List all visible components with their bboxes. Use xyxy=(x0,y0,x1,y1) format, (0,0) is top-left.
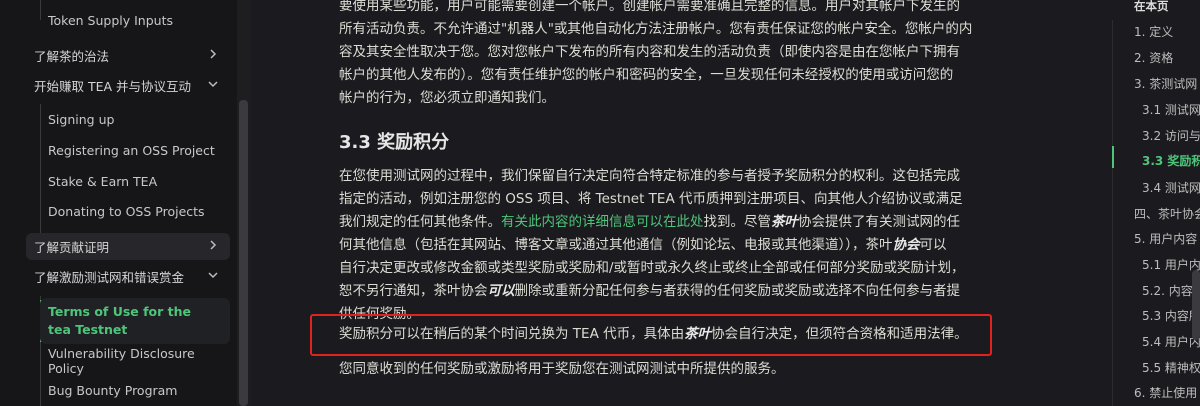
sidebar-item-start-earning[interactable]: 开始赚取 TEA 并与协议互动 xyxy=(26,72,230,99)
text-span: 何其他信息（包括在其网站、博客文章或通过其他通信（例如论坛、电报或其他渠道）），… xyxy=(339,237,893,253)
sidebar-item-label: Stake & Earn TEA xyxy=(48,174,158,189)
text-span: 找到。尽管 xyxy=(703,214,772,230)
sidebar-item-terms-of-use[interactable]: Terms of Use for the tea Testnet xyxy=(40,298,230,344)
sidebar-item-registering-oss[interactable]: Registering an OSS Project xyxy=(40,137,230,164)
toc-rule xyxy=(1112,20,1113,406)
toc-item[interactable]: 3.2 访问与 xyxy=(1142,127,1200,144)
details-link[interactable]: 有关此内容的详细信息可以在此处 xyxy=(501,214,704,230)
toc-active-indicator xyxy=(1112,146,1114,168)
paragraph-line: 恕不另行通知，茶叶协会可以删除或重新分配任何参与者获得的任何奖励或奖励或选择不向… xyxy=(339,280,979,303)
emphasis-text: 协会 xyxy=(892,237,920,253)
sidebar-item-label: 了解贡献证明 xyxy=(34,240,110,255)
text-span: 可以 xyxy=(919,237,947,253)
sidebar-item-label: Token Supply Inputs xyxy=(48,13,173,28)
sidebar-item-label: Terms of Use for the tea Testnet xyxy=(48,304,192,337)
section-heading: 3.3 奖励积分 xyxy=(339,132,450,153)
sidebar-item-governance[interactable]: 了解茶的治法 xyxy=(26,42,230,69)
chevron-down-icon xyxy=(206,268,220,282)
paragraph-agreement: 您同意收到的任何奖励或激励将用于奖励您在测试网测试中所提供的服务。 xyxy=(339,361,785,377)
text-span: 我们规定的任何其他条件。 xyxy=(339,214,501,230)
sidebar-item-proof-of-contribution[interactable]: 了解贡献证明 xyxy=(26,233,230,260)
sidebar-item-stake-earn[interactable]: Stake & Earn TEA xyxy=(40,168,230,195)
sidebar-item-label: Bug Bounty Program xyxy=(48,383,178,398)
sidebar-item-donating[interactable]: Donating to OSS Projects xyxy=(40,198,230,225)
toc-item[interactable]: 3. 茶测试网 xyxy=(1134,75,1197,92)
chevron-right-icon xyxy=(206,238,220,252)
paragraph-line: 帐户的行为，您必须立即通知我们。 xyxy=(339,90,555,106)
sidebar-scrollbar-thumb[interactable] xyxy=(239,100,248,406)
paragraph-line: 容及其安全性取决于您。您对您帐户下发布的所有内容和发生的活动负责（即使内容是由在… xyxy=(339,44,960,60)
toc-item[interactable]: 2. 资格 xyxy=(1134,49,1173,66)
paragraph-line: 自行决定更改或修改金额或类型奖励或奖励和/或暂时或永久终止或终止全部或任何部分奖… xyxy=(339,260,965,276)
paragraph-line: 要使用某些功能，用户可能需要创建一个帐户。创建帐户需要准确且完整的信息。用户对其… xyxy=(339,0,960,14)
sidebar-item-label: 了解茶的治法 xyxy=(34,49,110,64)
emphasis-text: 茶叶 xyxy=(771,214,798,230)
sidebar-item-incentivized-testnet[interactable]: 了解激励测试网和错误赏金 xyxy=(26,263,230,290)
text-span: 协会提供了有关测试网的任 xyxy=(798,214,960,230)
toc-item[interactable]: 3.1 测试网接 xyxy=(1142,101,1200,118)
paragraph-line: 何其他信息（包括在其网站、博客文章或通过其他通信（例如论坛、电报或其他渠道）），… xyxy=(339,234,979,257)
paragraph-line: 在您使用测试网的过程中，我们保留自行决定向符合特定标准的参与者授予奖励积分的权利… xyxy=(339,168,960,184)
chevron-down-icon xyxy=(206,77,220,91)
sidebar-item-label: 了解激励测试网和错误赏金 xyxy=(34,270,185,285)
sidebar-item-vulnerability-disclosure[interactable]: Vulnerability Disclosure Policy xyxy=(40,345,230,376)
sidebar-item-bug-bounty[interactable]: Bug Bounty Program xyxy=(40,377,230,404)
annotation-highlight-box xyxy=(310,314,992,356)
paragraph-line: 帐户的其他人发布的）。您有责任维护您的帐户和密码的安全，一旦发现任何未经授权的使… xyxy=(339,67,954,83)
sidebar-item-token-supply-inputs[interactable]: Token Supply Inputs xyxy=(40,7,230,34)
sidebar-item-label: Signing up xyxy=(48,112,115,127)
sidebar-item-label: Registering an OSS Project xyxy=(48,143,215,158)
chevron-right-icon xyxy=(206,47,220,61)
sidebar-item-label: Vulnerability Disclosure Policy xyxy=(48,345,195,376)
page-scrollbar-thumb[interactable] xyxy=(1192,270,1200,340)
toc-item[interactable]: 5. 用户内容 xyxy=(1134,230,1197,247)
toc-item[interactable]: 5.1 用户内容 xyxy=(1142,256,1200,273)
toc-item[interactable]: 6. 禁止使用 xyxy=(1134,384,1197,401)
sidebar-item-label: Donating to OSS Projects xyxy=(48,204,205,219)
toc-title: 在本页 xyxy=(1134,0,1169,13)
text-span: 删除或重新分配任何参与者获得的任何奖励或奖励或选择不向任何参与者提 xyxy=(514,283,961,299)
toc-item[interactable]: 1. 定义 xyxy=(1134,23,1173,40)
sidebar-item-label: 开始赚取 TEA 并与协议互动 xyxy=(34,79,192,94)
toc-item[interactable]: 5.5 精神权 xyxy=(1142,359,1200,376)
paragraph-line: 所有活动负责。不允许通过"机器人"或其他自动化方法注册帐户。您有责任保证您的帐户… xyxy=(339,21,973,37)
paragraph-account: 要使用某些功能，用户可能需要创建一个帐户。创建帐户需要准确且完整的信息。用户对其… xyxy=(339,0,979,110)
text-span: 恕不另行通知，茶叶协会 xyxy=(339,283,488,299)
toc-item-active[interactable]: 3.3 奖励积 xyxy=(1142,152,1200,169)
paragraph-line: 我们规定的任何其他条件。有关此内容的详细信息可以在此处找到。尽管茶叶协会提供了有… xyxy=(339,211,979,234)
toc-item[interactable]: 四、茶叶协会 xyxy=(1134,205,1200,222)
emphasis-text: 可以 xyxy=(487,283,515,299)
toc-item[interactable]: 3.4 测试网 xyxy=(1142,179,1200,196)
sidebar-item-signing-up[interactable]: Signing up xyxy=(40,106,230,133)
paragraph-rewards: 在您使用测试网的过程中，我们保留自行决定向符合特定标准的参与者授予奖励积分的权利… xyxy=(339,165,979,326)
paragraph-line: 指定的活动，例如注册您的 OSS 项目、将 Testnet TEA 代币质押到注… xyxy=(339,191,963,207)
